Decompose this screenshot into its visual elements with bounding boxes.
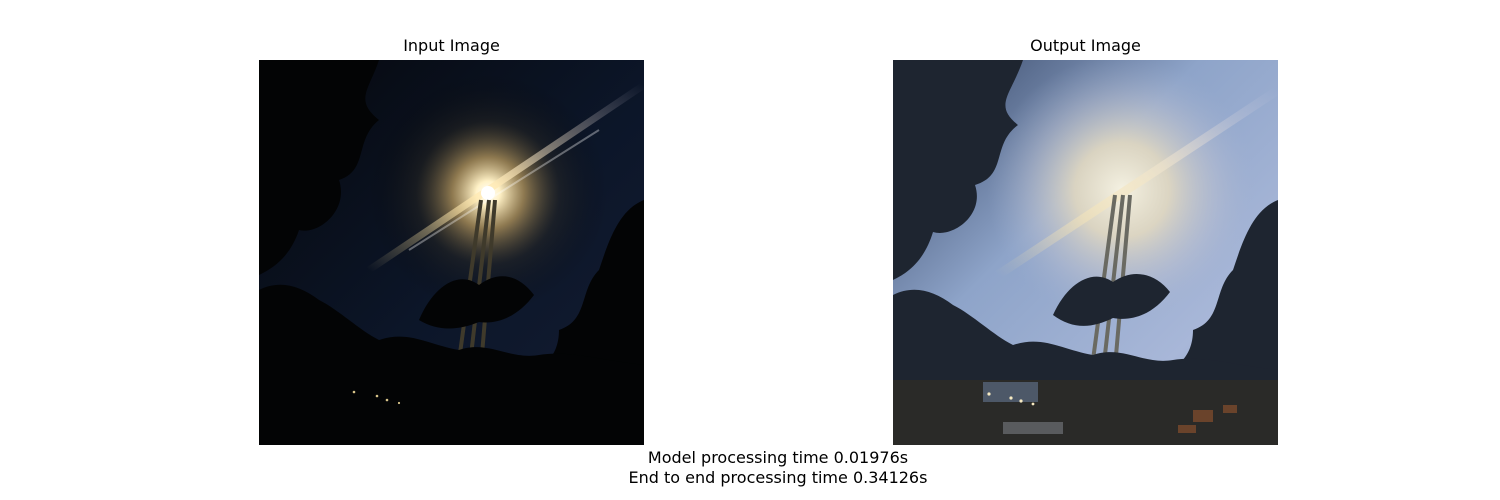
input-image (259, 60, 644, 445)
panel-title-input: Input Image (403, 36, 500, 55)
model-processing-time: Model processing time 0.01976s (647, 448, 909, 467)
end-to-end-processing-time: End to end processing time 0.34126s (628, 468, 928, 487)
output-image (893, 60, 1278, 445)
panel-title-output: Output Image (1030, 36, 1141, 55)
